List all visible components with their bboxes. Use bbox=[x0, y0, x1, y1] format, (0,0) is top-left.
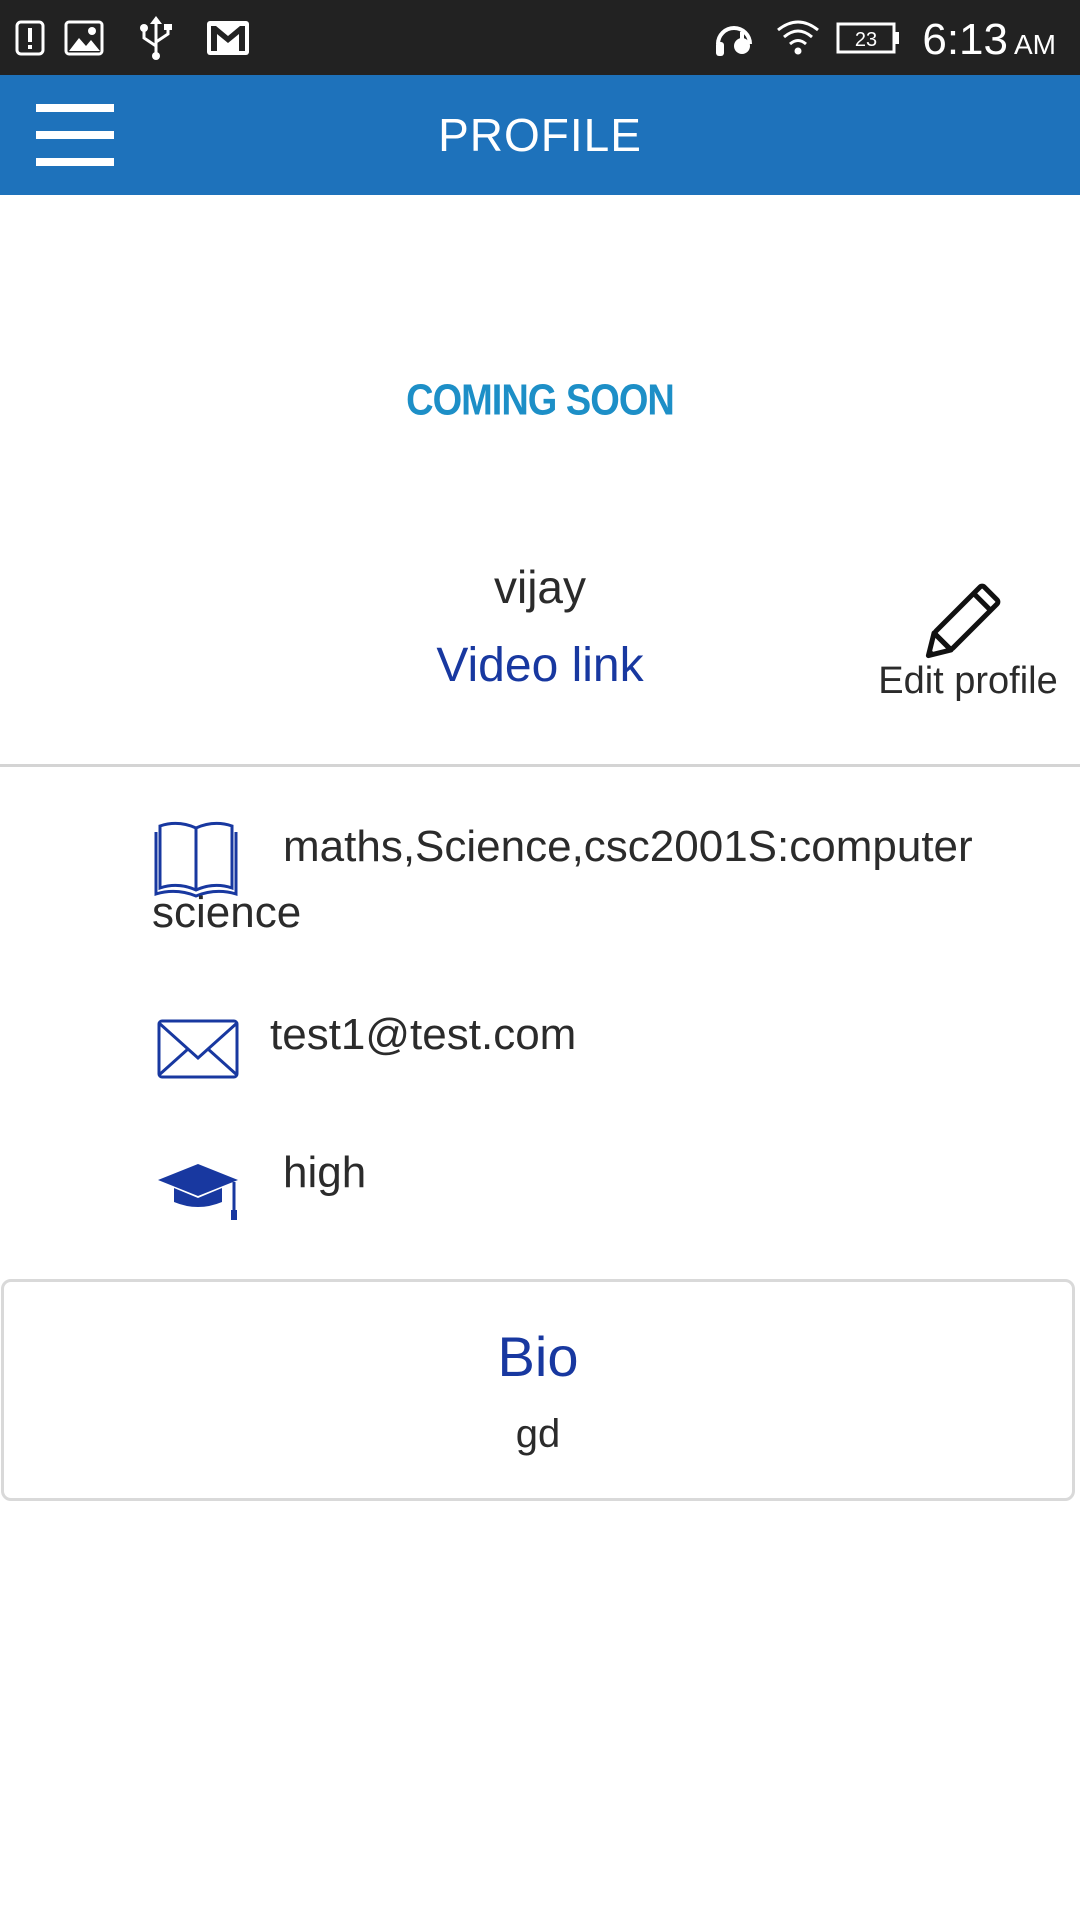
clock-ampm: AM bbox=[1014, 29, 1056, 60]
battery-icon: 23 bbox=[836, 16, 902, 60]
coming-soon-banner: COMING SOON bbox=[406, 376, 675, 426]
headset-icon bbox=[714, 16, 758, 60]
usb-icon bbox=[136, 16, 176, 60]
clock-time: 6:13 bbox=[922, 15, 1008, 64]
subjects-text-continued: science bbox=[152, 888, 302, 937]
bio-text: gd bbox=[515, 1412, 561, 1456]
subjects-text: maths,Science,csc2001S:computer bbox=[283, 822, 973, 871]
battery-level: 23 bbox=[855, 29, 877, 51]
divider bbox=[0, 764, 1080, 767]
page-title: PROFILE bbox=[438, 109, 642, 161]
status-time: 6:13 AM bbox=[922, 10, 1056, 75]
graduation-cap-icon bbox=[158, 1164, 238, 1220]
app-bar: PROFILE bbox=[0, 75, 1080, 195]
email-text: test1@test.com bbox=[270, 1010, 577, 1059]
status-bar: 23 6:13 AM bbox=[0, 0, 1080, 75]
hamburger-menu-icon[interactable] bbox=[36, 104, 114, 166]
pencil-icon bbox=[925, 583, 1001, 659]
wifi-icon bbox=[774, 16, 822, 60]
image-icon bbox=[64, 16, 104, 60]
edit-profile-label: Edit profile bbox=[878, 660, 1058, 702]
alert-icon bbox=[14, 16, 46, 60]
envelope-icon bbox=[157, 1019, 239, 1079]
bio-card: Bio gd bbox=[1, 1279, 1075, 1501]
bio-title: Bio bbox=[497, 1325, 579, 1388]
education-level-text: high bbox=[283, 1148, 367, 1197]
gmail-icon bbox=[206, 16, 250, 60]
edit-profile-button[interactable]: Edit profile bbox=[868, 560, 1068, 710]
